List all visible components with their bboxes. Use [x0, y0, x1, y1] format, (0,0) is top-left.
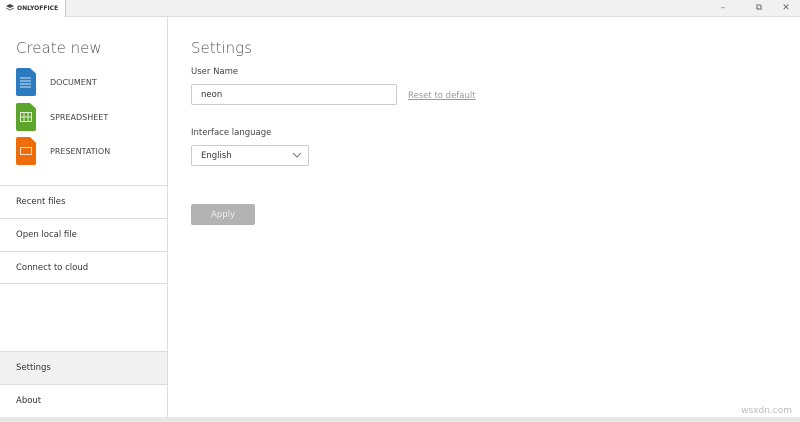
- chevron-down-icon: [292, 151, 302, 162]
- minimize-button[interactable]: –: [712, 0, 734, 16]
- reset-to-default-link[interactable]: Reset to default: [408, 91, 476, 101]
- title-bar: ONLYOFFICE – ⧉ ✕: [0, 0, 800, 17]
- page-title: Settings: [191, 39, 253, 57]
- spreadsheet-label: SPREADSHEET: [50, 112, 109, 122]
- nav-recent-files[interactable]: Recent files: [0, 185, 167, 218]
- nav-about[interactable]: About: [0, 384, 167, 417]
- nav-open-local-file[interactable]: Open local file: [0, 218, 167, 251]
- watermark: wsxdn.com: [741, 406, 792, 416]
- document-label: DOCUMENT: [50, 77, 97, 87]
- close-button[interactable]: ✕: [775, 0, 797, 16]
- restore-button[interactable]: ⧉: [748, 0, 770, 16]
- app-name: ONLYOFFICE: [17, 5, 59, 12]
- bottom-edge: [0, 417, 800, 422]
- create-document-button[interactable]: DOCUMENT: [16, 68, 97, 96]
- presentation-label: PRESENTATION: [50, 146, 111, 156]
- presentation-icon: [16, 137, 36, 165]
- language-value: English: [201, 150, 232, 161]
- user-name-input[interactable]: neon: [191, 84, 397, 105]
- nav-connect-to-cloud[interactable]: Connect to cloud: [0, 251, 167, 284]
- nav-settings[interactable]: Settings: [0, 351, 167, 384]
- apply-button[interactable]: Apply: [191, 204, 255, 225]
- create-spreadsheet-button[interactable]: SPREADSHEET: [16, 103, 108, 131]
- app-tab[interactable]: ONLYOFFICE: [0, 0, 66, 17]
- spreadsheet-icon: [16, 103, 36, 131]
- user-name-label: User Name: [191, 67, 239, 77]
- interface-language-label: Interface language: [191, 128, 272, 138]
- create-new-title: Create new: [16, 39, 102, 57]
- onlyoffice-logo-icon: [6, 4, 14, 13]
- create-presentation-button[interactable]: PRESENTATION: [16, 137, 110, 165]
- sidebar: Create new DOCUMENT SPREADSHEET PRESENTA…: [0, 17, 168, 417]
- document-icon: [16, 68, 36, 96]
- language-select[interactable]: English: [191, 145, 309, 166]
